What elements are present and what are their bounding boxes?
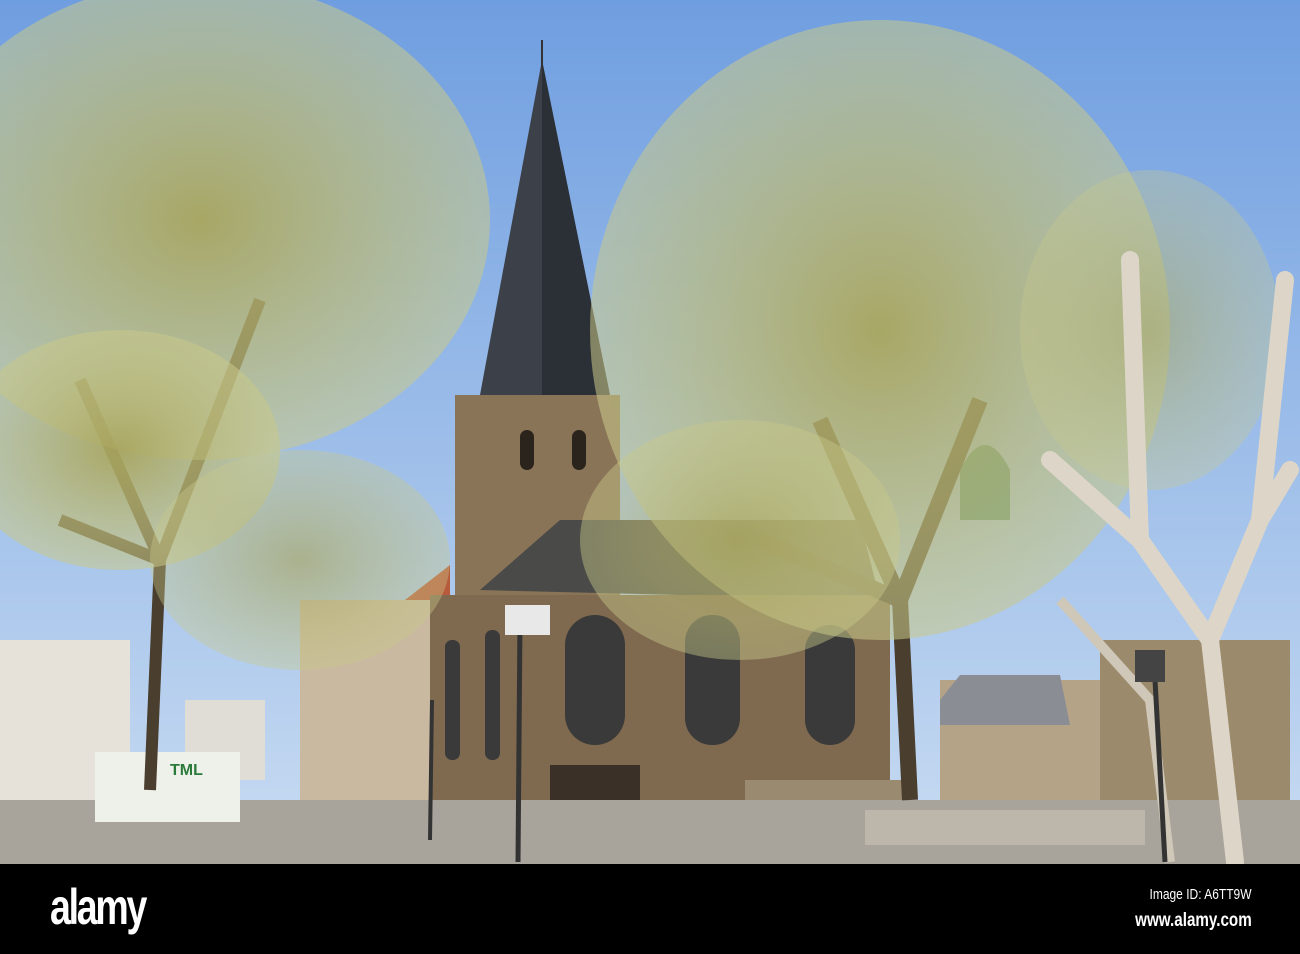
watermark-footer: alamy Image ID: A6TT9W www.alamy.com bbox=[0, 864, 1300, 954]
stock-photo: TML alamy Image ID: A6TT9W www.alamy.com bbox=[0, 0, 1300, 954]
image-id: Image ID: A6TT9W bbox=[1149, 886, 1252, 903]
church-photo: TML bbox=[0, 0, 1300, 864]
website-link: www.alamy.com bbox=[1135, 910, 1252, 931]
alamy-logo: alamy bbox=[50, 879, 147, 935]
sign-text: TML bbox=[170, 762, 203, 779]
sign-board bbox=[95, 752, 240, 822]
